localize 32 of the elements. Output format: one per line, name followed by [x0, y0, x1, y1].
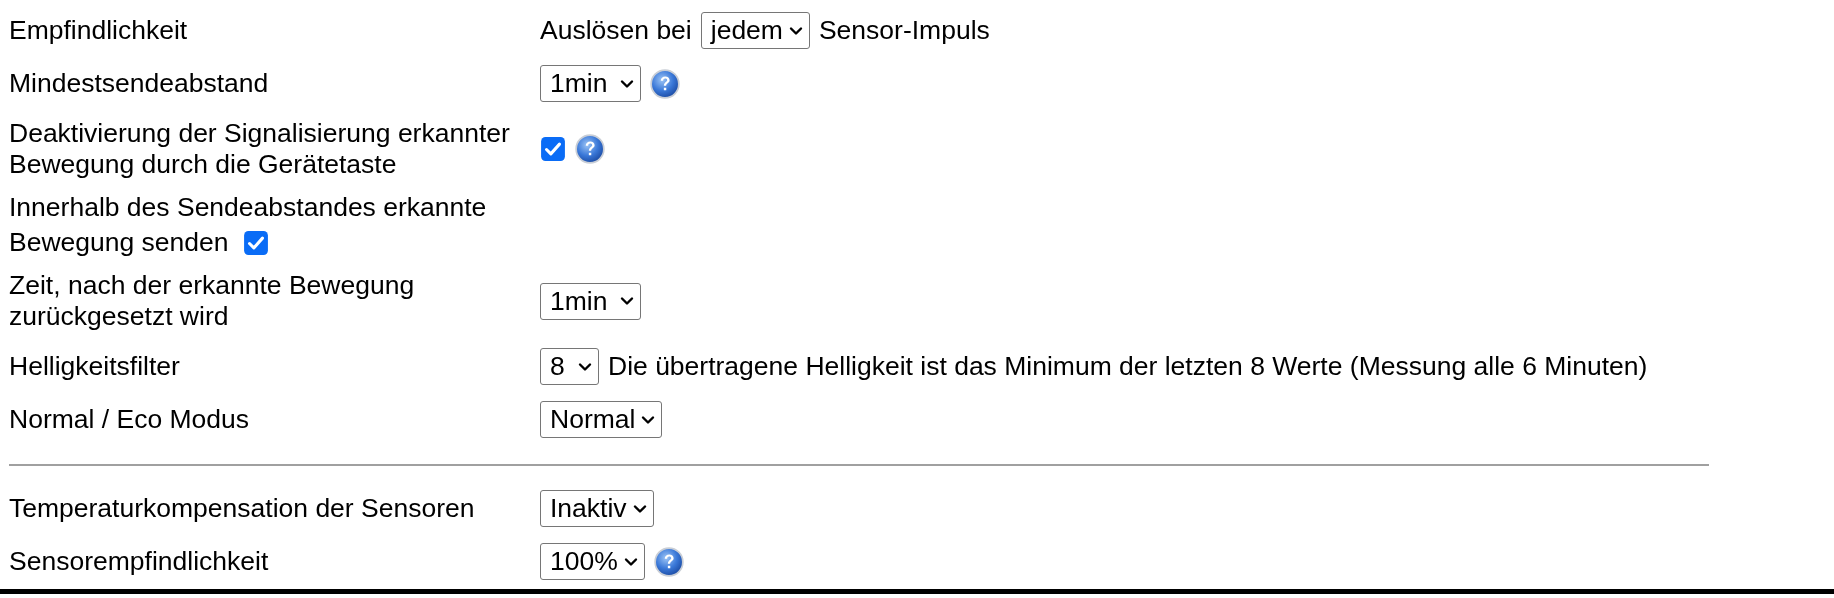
dropdown[interactable]: jedem — [700, 12, 810, 49]
setting-label: Helligkeitsfilter — [9, 351, 181, 382]
prefix-text: Auslösen bei — [540, 15, 692, 46]
dropdown[interactable]: Normal — [540, 401, 663, 438]
chevron-icon — [620, 78, 634, 89]
setting-label: Bewegung senden — [9, 226, 229, 259]
setting-label: Innerhalb des Sendeabstandes erkannte — [9, 192, 487, 222]
setting-label: Mindestsendeabstand — [9, 68, 270, 99]
dropdown[interactable]: 8 — [540, 348, 599, 385]
chevron-icon — [620, 296, 634, 306]
setting-label: Deaktivierung der Signalisierung erkannter Bewegung durch die Gerätetaste — [9, 118, 511, 180]
dropdown[interactable]: 1min — [540, 65, 641, 102]
chevron-icon — [623, 556, 638, 567]
setting-label: Normal / Eco Modus — [9, 404, 251, 435]
chevron-icon — [788, 25, 803, 36]
setting-label: Empfindlichkeit — [9, 15, 189, 46]
checkbox[interactable] — [242, 229, 269, 256]
help-icon[interactable] — [653, 546, 684, 577]
chevron-icon — [641, 414, 656, 425]
checkbox[interactable] — [540, 136, 566, 162]
suffix-text: Die übertragene Helligkeit ist das Minimum der letzten 8 Werte (Messung alle 6 Minuten) — [608, 351, 1648, 382]
setting-label: Zeit, nach der erkannte Bewegung zurückgesetzt wird — [9, 270, 416, 332]
setting-label: Temperaturkompensation der Sensoren — [9, 493, 476, 524]
chevron-icon — [632, 503, 647, 514]
help-icon[interactable] — [650, 68, 680, 99]
setting-label: Sensorempfindlichkeit — [9, 546, 270, 577]
dropdown[interactable]: 1min — [540, 282, 641, 320]
help-icon[interactable] — [575, 134, 605, 164]
dropdown[interactable]: Inaktiv — [540, 490, 654, 527]
suffix-text: Sensor-Impuls — [818, 15, 990, 46]
chevron-icon — [578, 361, 592, 372]
dropdown[interactable]: 100% — [540, 543, 645, 580]
